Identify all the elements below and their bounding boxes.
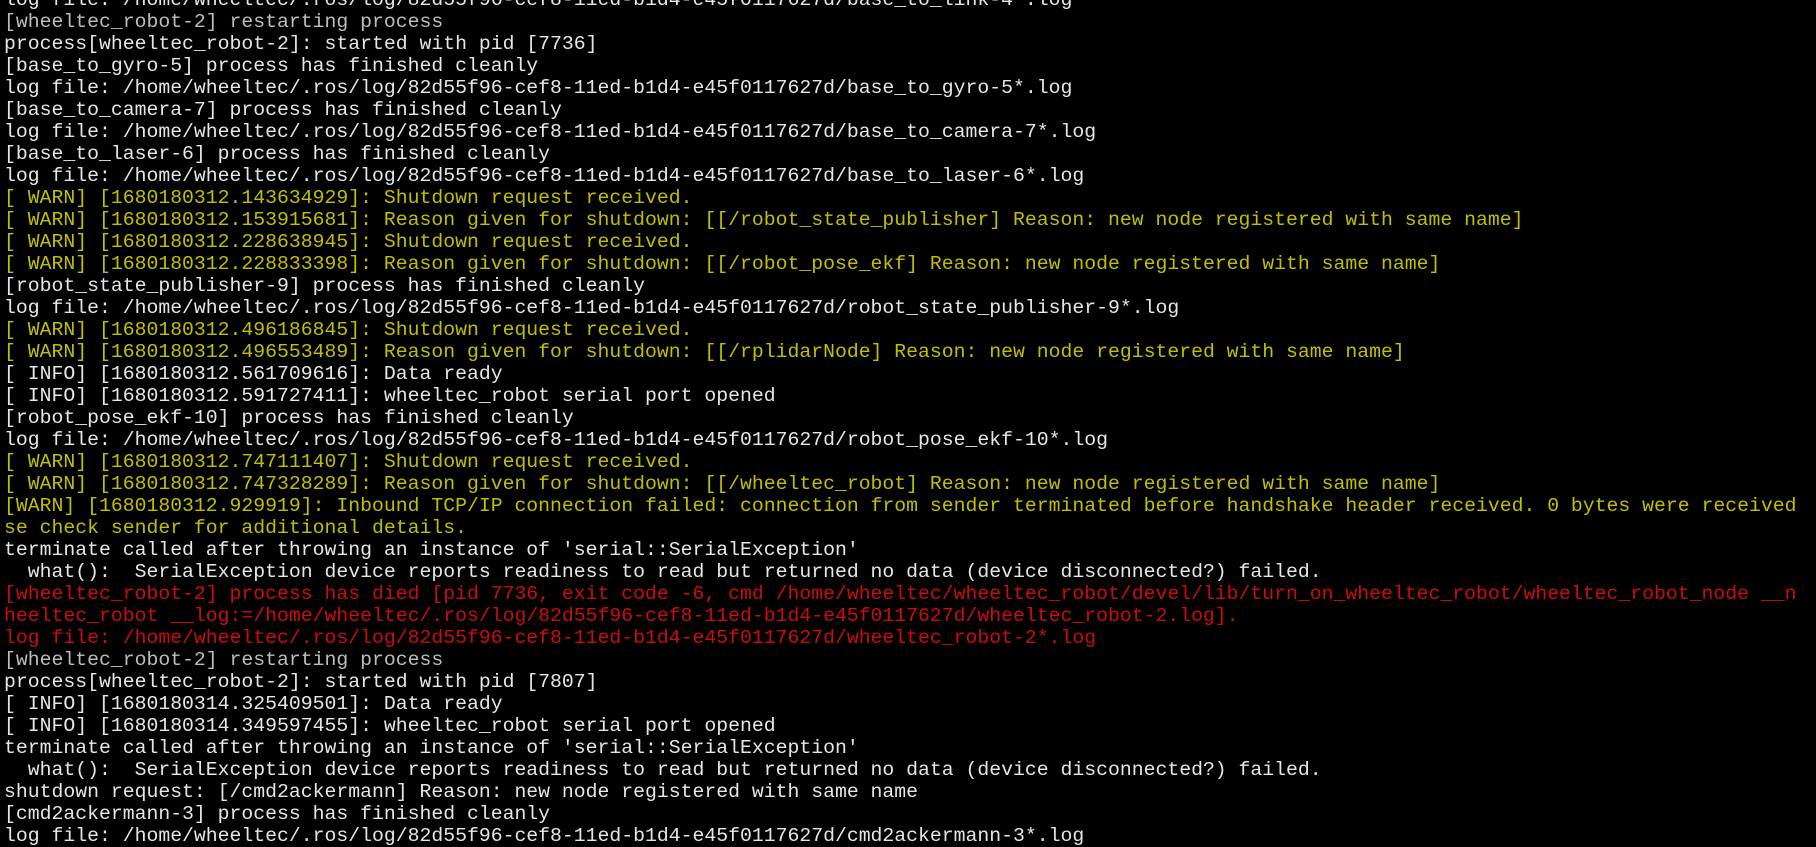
terminal-line: log file: /home/wheeltec/.ros/log/82d55f… <box>4 297 1180 319</box>
terminal-line: [ INFO] [1680180314.325409501]: Data rea… <box>4 693 503 715</box>
terminal-line: [base_to_laser-6] process has finished c… <box>4 143 551 165</box>
terminal-line: process[wheeltec_robot-2]: started with … <box>4 671 598 693</box>
terminal-line: [ WARN] [1680180312.496553489]: Reason g… <box>4 341 1405 363</box>
terminal-line: terminate called after throwing an insta… <box>4 539 859 561</box>
terminal-line: log file: /home/wheeltec/.ros/log/82d55f… <box>4 165 1085 187</box>
terminal-line: se check sender for additional details. <box>4 517 467 539</box>
terminal-line: [ WARN] [1680180312.228638945]: Shutdown… <box>4 231 693 253</box>
terminal-line: [wheeltec_robot-2] process has died [pid… <box>4 583 1797 605</box>
terminal-line: [base_to_camera-7] process has finished … <box>4 99 562 121</box>
terminal-line: log file: /home/wheeltec/.ros/log/82d55f… <box>4 627 1097 649</box>
terminal-line: [cmd2ackermann-3] process has finished c… <box>4 803 551 825</box>
terminal-line: [ WARN] [1680180312.747111407]: Shutdown… <box>4 451 693 473</box>
terminal-line: [base_to_gyro-5] process has finished cl… <box>4 55 539 77</box>
terminal-line: terminate called after throwing an insta… <box>4 737 859 759</box>
terminal-line: what(): SerialException device reports r… <box>4 561 1322 583</box>
terminal-line: process[wheeltec_robot-2]: started with … <box>4 33 598 55</box>
terminal-line: [ WARN] [1680180312.496186845]: Shutdown… <box>4 319 693 341</box>
terminal-line: log file: /home/wheeltec/.ros/log/82d55f… <box>4 0 1073 11</box>
terminal-line: log file: /home/wheeltec/.ros/log/82d55f… <box>4 121 1097 143</box>
terminal-line: [ WARN] [1680180312.228833398]: Reason g… <box>4 253 1441 275</box>
terminal-line: log file: /home/wheeltec/.ros/log/82d55f… <box>4 77 1073 99</box>
terminal-line: shutdown request: [/cmd2ackermann] Reaso… <box>4 781 919 803</box>
terminal-line: [robot_state_publisher-9] process has fi… <box>4 275 646 297</box>
terminal-line: log file: /home/wheeltec/.ros/log/82d55f… <box>4 825 1085 847</box>
terminal-line: [ INFO] [1680180312.561709616]: Data rea… <box>4 363 503 385</box>
terminal-line: [ WARN] [1680180312.143634929]: Shutdown… <box>4 187 693 209</box>
terminal-line: [ INFO] [1680180314.349597455]: wheeltec… <box>4 715 776 737</box>
terminal-line: log file: /home/wheeltec/.ros/log/82d55f… <box>4 429 1108 451</box>
terminal-line: [ WARN] [1680180312.153915681]: Reason g… <box>4 209 1524 231</box>
terminal-line: [ INFO] [1680180312.591727411]: wheeltec… <box>4 385 776 407</box>
terminal-line: what(): SerialException device reports r… <box>4 759 1322 781</box>
terminal-line: [wheeltec_robot-2] restarting process <box>4 649 444 671</box>
terminal-line: heeltec_robot __log:=/home/wheeltec/.ros… <box>4 605 1239 627</box>
terminal-output[interactable]: log file: /home/wheeltec/.ros/log/82d55f… <box>4 0 1796 847</box>
terminal-line: [wheeltec_robot-2] restarting process <box>4 11 444 33</box>
terminal-line: [robot_pose_ekf-10] process has finished… <box>4 407 574 429</box>
terminal-line: [WARN] [1680180312.929919]: Inbound TCP/… <box>4 495 1797 517</box>
terminal-line: [ WARN] [1680180312.747328289]: Reason g… <box>4 473 1441 495</box>
